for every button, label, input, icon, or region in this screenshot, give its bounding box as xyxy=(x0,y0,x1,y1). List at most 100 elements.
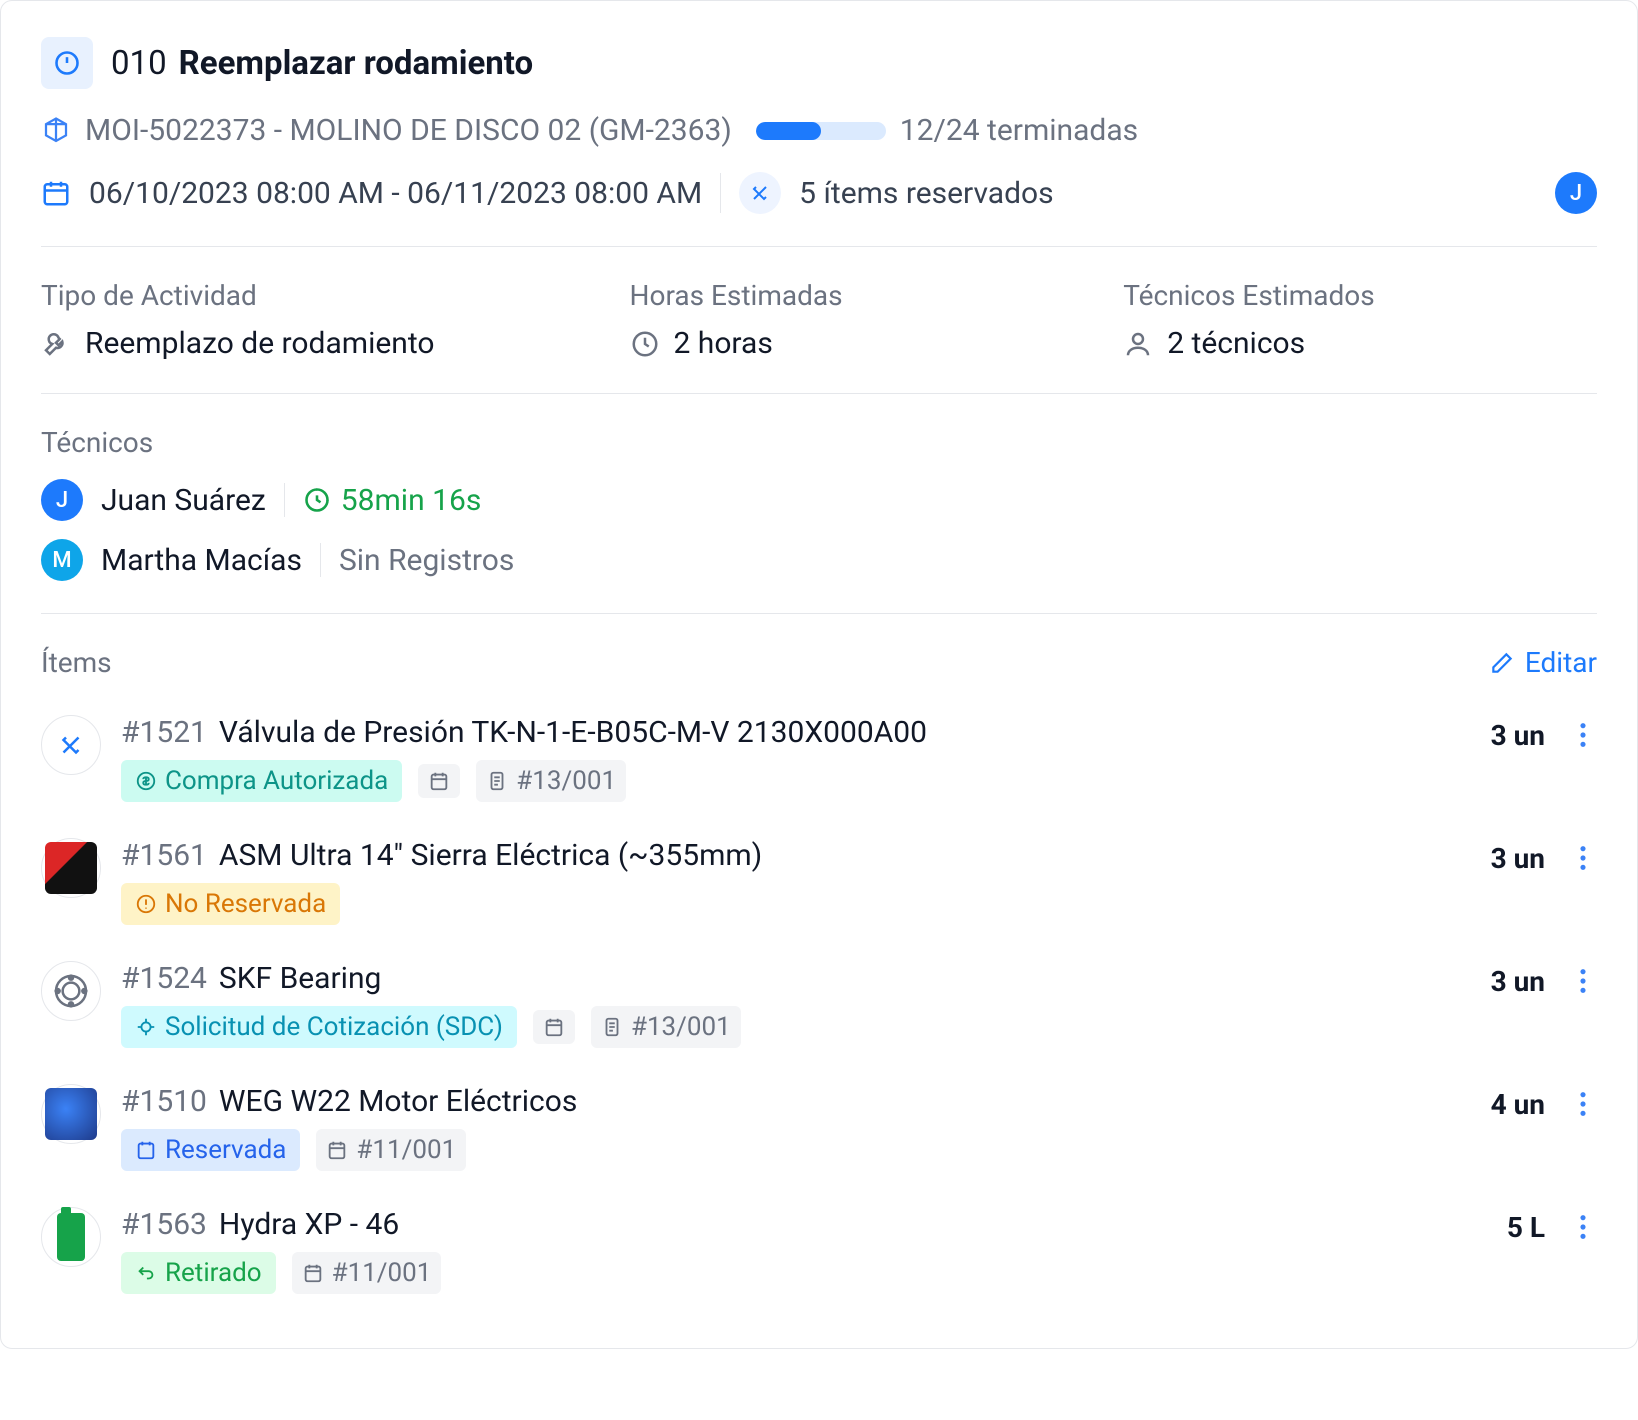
item-menu-button[interactable] xyxy=(1569,715,1597,755)
item-status-badge: Reservada xyxy=(121,1129,300,1171)
estimated-hours-value: 2 horas xyxy=(674,326,773,361)
item-thumbnail xyxy=(41,1084,101,1144)
doc-icon xyxy=(601,1016,623,1038)
item-chip[interactable]: #11/001 xyxy=(292,1252,442,1294)
schedule-row: 06/10/2023 08:00 AM - 06/11/2023 08:00 A… xyxy=(41,172,1597,214)
divider xyxy=(41,246,1597,247)
item-thumbnail xyxy=(41,715,101,775)
badge-text: Reservada xyxy=(165,1135,286,1165)
item-row: #1561 ASM Ultra 14" Sierra Eléctrica (~3… xyxy=(41,820,1597,943)
technician-name: Juan Suárez xyxy=(101,483,266,518)
item-thumbnail xyxy=(41,838,101,898)
item-name: Válvula de Presión TK-N-1-E-B05C-M-V 213… xyxy=(219,715,927,750)
item-status-badge: Compra Autorizada xyxy=(121,760,402,802)
edit-items-button[interactable]: Editar xyxy=(1489,646,1597,679)
item-id: #1561 xyxy=(121,838,207,873)
item-quantity: 4 un xyxy=(1491,1088,1545,1121)
item-status-badge: Retirado xyxy=(121,1252,276,1294)
technician-avatar[interactable]: M xyxy=(41,539,83,581)
badge-icon xyxy=(135,1016,157,1038)
pencil-icon xyxy=(1489,650,1515,676)
technicians-label: Técnicos xyxy=(41,426,1597,459)
item-chip[interactable]: #13/001 xyxy=(476,760,626,802)
technician-row: M Martha Macías Sin Registros xyxy=(41,539,1597,581)
progress-fill xyxy=(756,122,821,140)
item-chip[interactable] xyxy=(533,1010,575,1044)
item-menu-button[interactable] xyxy=(1569,838,1597,878)
item-thumbnail xyxy=(41,961,101,1021)
estimated-hours-label: Horas Estimadas xyxy=(630,279,1104,312)
chip-text: #11/001 xyxy=(332,1258,432,1288)
item-menu-button[interactable] xyxy=(1569,1207,1597,1247)
item-thumbnail xyxy=(41,1207,101,1267)
item-row: #1524 SKF Bearing Solicitud de Cotizació… xyxy=(41,943,1597,1066)
technician-avatar[interactable]: J xyxy=(41,479,83,521)
asset-icon xyxy=(41,116,71,146)
item-status-badge: No Reservada xyxy=(121,883,340,925)
date-range: 06/10/2023 08:00 AM - 06/11/2023 08:00 A… xyxy=(89,176,702,211)
doc-icon xyxy=(486,770,508,792)
item-row: #1510 WEG W22 Motor Eléctricos Reservada… xyxy=(41,1066,1597,1189)
timer-value: 58min 16s xyxy=(341,483,482,518)
asset-code: MOI-5022373 - MOLINO DE DISCO 02 (GM-236… xyxy=(85,113,732,148)
estimated-techs-label: Técnicos Estimados xyxy=(1123,279,1597,312)
work-order-card: 010 Reemplazar rodamiento MOI-5022373 - … xyxy=(0,0,1638,1349)
technician-row: J Juan Suárez 58min 16s xyxy=(41,479,1597,521)
item-row: #1563 Hydra XP - 46 Retirado #11/001 5 L xyxy=(41,1189,1597,1312)
chip-text: #13/001 xyxy=(631,1012,731,1042)
item-name: ASM Ultra 14" Sierra Eléctrica (~355mm) xyxy=(219,838,762,873)
asset-row: MOI-5022373 - MOLINO DE DISCO 02 (GM-236… xyxy=(41,113,1597,148)
item-name: WEG W22 Motor Eléctricos xyxy=(219,1084,577,1119)
no-records: Sin Registros xyxy=(339,543,514,578)
calendar-icon xyxy=(428,770,450,792)
header-title-row: 010 Reemplazar rodamiento xyxy=(41,37,1597,89)
work-order-name: Reemplazar rodamiento xyxy=(179,44,534,83)
person-icon xyxy=(1123,329,1153,359)
item-status-badge: Solicitud de Cotización (SDC) xyxy=(121,1006,517,1048)
item-id: #1521 xyxy=(121,715,207,750)
timer: 58min 16s xyxy=(303,483,482,518)
badge-icon xyxy=(135,1139,157,1161)
calendar-icon xyxy=(302,1262,324,1284)
items-label: Ítems xyxy=(41,646,112,679)
divider xyxy=(284,483,285,517)
badge-text: No Reservada xyxy=(165,889,326,919)
badge-icon xyxy=(135,893,157,915)
summary-grid: Tipo de Actividad Reemplazo de rodamient… xyxy=(41,279,1597,361)
calendar-icon xyxy=(543,1016,565,1038)
chip-text: #11/001 xyxy=(356,1135,456,1165)
badge-text: Solicitud de Cotización (SDC) xyxy=(165,1012,503,1042)
item-chip[interactable] xyxy=(418,764,460,798)
item-quantity: 3 un xyxy=(1491,842,1545,875)
item-menu-button[interactable] xyxy=(1569,1084,1597,1124)
activity-type-value: Reemplazo de rodamiento xyxy=(85,326,434,361)
item-name: Hydra XP - 46 xyxy=(219,1207,399,1242)
progress-text: 12/24 terminadas xyxy=(900,113,1138,148)
reserved-items-text: 5 ítems reservados xyxy=(799,176,1053,211)
assignee-avatar[interactable]: J xyxy=(1555,172,1597,214)
item-quantity: 5 L xyxy=(1507,1211,1545,1244)
technician-name: Martha Macías xyxy=(101,543,302,578)
badge-icon xyxy=(135,1262,157,1284)
item-chip[interactable]: #11/001 xyxy=(316,1129,466,1171)
calendar-icon xyxy=(41,178,71,208)
work-order-code: 010 xyxy=(111,44,167,83)
tools-icon xyxy=(739,172,781,214)
item-chip[interactable]: #13/001 xyxy=(591,1006,741,1048)
item-quantity: 3 un xyxy=(1491,719,1545,752)
divider xyxy=(720,173,721,213)
clock-icon xyxy=(630,329,660,359)
item-menu-button[interactable] xyxy=(1569,961,1597,1001)
chip-text: #13/001 xyxy=(516,766,616,796)
badge-icon xyxy=(135,770,157,792)
item-id: #1563 xyxy=(121,1207,207,1242)
item-id: #1524 xyxy=(121,961,207,996)
item-name: SKF Bearing xyxy=(219,961,381,996)
divider xyxy=(41,393,1597,394)
estimated-techs-value: 2 técnicos xyxy=(1167,326,1305,361)
work-order-icon xyxy=(41,37,93,89)
calendar-icon xyxy=(326,1139,348,1161)
item-row: #1521 Válvula de Presión TK-N-1-E-B05C-M… xyxy=(41,697,1597,820)
wrench-icon xyxy=(41,329,71,359)
item-quantity: 3 un xyxy=(1491,965,1545,998)
